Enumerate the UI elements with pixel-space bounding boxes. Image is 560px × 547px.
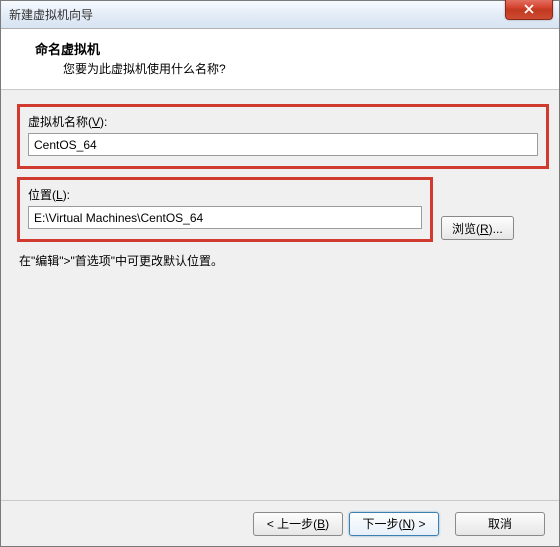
titlebar: 新建虚拟机向导 (1, 1, 559, 29)
vm-location-label: 位置(L): (28, 186, 422, 203)
vm-name-label: 虚拟机名称(V): (28, 113, 538, 130)
page-subtitle: 您要为此虚拟机使用什么名称? (63, 60, 541, 77)
next-button[interactable]: 下一步(N) > (349, 512, 439, 536)
back-button[interactable]: < 上一步(B) (253, 512, 343, 536)
close-icon (524, 4, 534, 14)
vm-location-row: 位置(L): 浏览(R)... (17, 177, 549, 250)
wizard-header: 命名虚拟机 您要为此虚拟机使用什么名称? (1, 29, 559, 90)
vm-name-input[interactable] (28, 133, 538, 156)
highlight-location: 位置(L): (17, 177, 433, 242)
window-title: 新建虚拟机向导 (9, 6, 93, 23)
page-title: 命名虚拟机 (35, 39, 541, 58)
browse-button[interactable]: 浏览(R)... (441, 216, 514, 240)
wizard-content: 虚拟机名称(V): 位置(L): 浏览(R)... 在"编辑">"首选项"中可更… (1, 90, 559, 510)
vm-name-group: 虚拟机名称(V): (17, 104, 549, 169)
vm-location-group: 位置(L): (17, 177, 433, 242)
wizard-window: 新建虚拟机向导 命名虚拟机 您要为此虚拟机使用什么名称? 虚拟机名称(V): (0, 0, 560, 547)
cancel-button[interactable]: 取消 (455, 512, 545, 536)
wizard-footer: < 上一步(B) 下一步(N) > 取消 (1, 500, 559, 546)
highlight-name: 虚拟机名称(V): (17, 104, 549, 169)
vm-location-input[interactable] (28, 206, 422, 229)
location-hint: 在"编辑">"首选项"中可更改默认位置。 (19, 252, 549, 269)
close-button[interactable] (505, 0, 553, 20)
